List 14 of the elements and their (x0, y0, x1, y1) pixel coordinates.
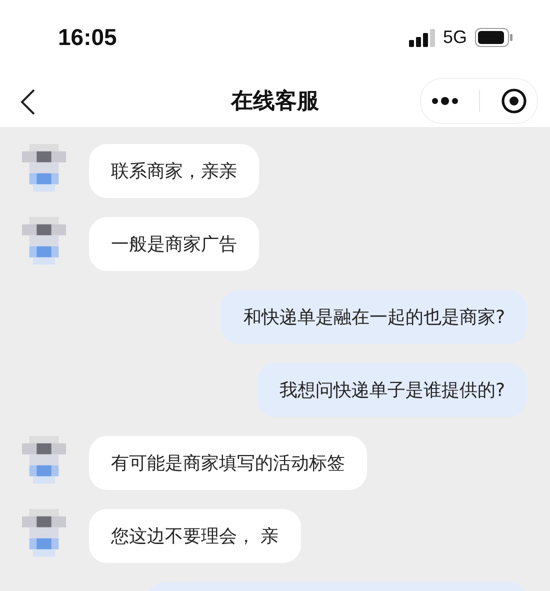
message-bubble: 和快递单是融在一起的也是商家? (221, 290, 527, 344)
status-time: 16:05 (58, 24, 117, 51)
message-bubble: 我想问快递单子是谁提供的? (257, 363, 527, 417)
message-bubble: 您这边不要理会， 亲 (89, 509, 301, 563)
network-label: 5G (442, 27, 467, 48)
message-bubble: 联系商家，亲亲 (89, 144, 259, 198)
capsule-menu[interactable] (420, 78, 538, 124)
more-icon[interactable] (432, 97, 458, 105)
signal-icon (408, 28, 435, 46)
message-bubble: 一般是商家广告 (89, 217, 259, 271)
page-title: 在线客服 (231, 88, 319, 116)
message-bubble: 有可能是商家填写的活动标签 (89, 436, 367, 490)
back-icon[interactable] (20, 89, 36, 115)
battery-icon (475, 28, 513, 47)
